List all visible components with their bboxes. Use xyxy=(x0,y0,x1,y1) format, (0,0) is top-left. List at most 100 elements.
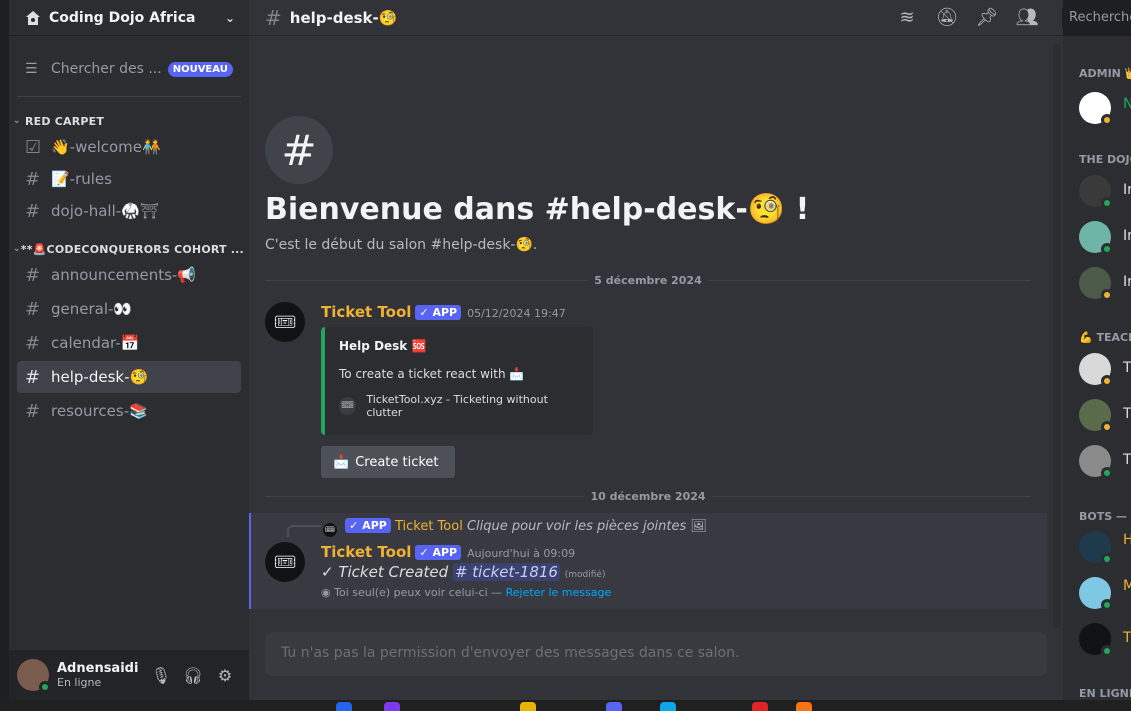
avatar[interactable] xyxy=(1079,221,1113,255)
avatar[interactable] xyxy=(1079,399,1113,433)
message-header: Ticket Tool ✓ APP Aujourd'hui à 09:09 xyxy=(321,542,611,561)
divider-line xyxy=(265,279,589,281)
author-name[interactable]: Ticket Tool xyxy=(321,303,411,321)
channel-rules[interactable]: # 📝-rules xyxy=(17,163,241,195)
embed: Help Desk 🆘 To create a ticket react wit… xyxy=(321,327,593,435)
category-red-carpet[interactable]: ⌄ RED CARPET xyxy=(9,111,249,131)
avatar[interactable] xyxy=(1079,175,1113,209)
channel-calendar[interactable]: # calendar-📅 xyxy=(17,327,241,359)
member-name[interactable]: Ir xyxy=(1123,182,1131,198)
hash-thread-icon: # xyxy=(25,366,41,388)
author-name[interactable]: Ticket Tool xyxy=(321,543,411,561)
image-icon: 🖼︎ xyxy=(690,519,707,534)
threads-icon[interactable]: ≋ xyxy=(887,7,927,28)
avatar[interactable] xyxy=(1079,353,1113,387)
avatar[interactable] xyxy=(1079,531,1113,565)
scrollbar[interactable] xyxy=(1053,44,1061,628)
chat-area: # help-desk-🧐 ≋ 🔕︎ 📌︎ 👥︎ # Bienvenue dan… xyxy=(249,0,1063,700)
server-header[interactable]: Coding Dojo Africa ⌄ xyxy=(9,0,249,36)
discord-app: Coding Dojo Africa ⌄ ☰ Chercher des ... … xyxy=(0,0,1131,711)
reply-author: Ticket Tool xyxy=(394,519,463,534)
member-category: THE DOJO xyxy=(1079,153,1131,166)
channel-dojo-hall[interactable]: # dojo-hall-🥋⛩ xyxy=(17,195,241,227)
members-list-icon[interactable]: 👥︎ xyxy=(1007,7,1047,28)
os-taskbar xyxy=(0,700,1131,711)
ticket-tool-avatar[interactable]: 🎟︎ xyxy=(265,542,305,582)
microphone-icon[interactable]: 🎙︎ xyxy=(145,666,177,685)
embed-footer-text: TicketTool.xyz - Ticketing without clutt… xyxy=(366,393,548,419)
browse-channels[interactable]: ☰ Chercher des ... NOUVEAU xyxy=(17,54,241,84)
avatar[interactable] xyxy=(1079,445,1113,479)
avatar[interactable] xyxy=(1079,623,1113,657)
avatar[interactable] xyxy=(1079,92,1113,126)
create-ticket-button[interactable]: 📩 Create ticket xyxy=(321,446,455,478)
channel-general[interactable]: # general-👀 xyxy=(17,293,241,325)
message-content: ✓ Ticket Created # ticket-1816 (modifié) xyxy=(321,563,611,581)
user-panel: Adnensaidi En ligne 🎙︎ 🎧︎ ⚙ xyxy=(9,650,249,700)
chevron-down-icon: ⌄ xyxy=(13,244,21,254)
hash-thread-icon: # xyxy=(25,264,41,286)
hash-icon: # xyxy=(25,168,41,190)
channel-resources[interactable]: # resources-📚 xyxy=(17,395,241,427)
divider-line xyxy=(711,495,1031,497)
taskbar-app-icon[interactable] xyxy=(520,702,536,711)
channel-help-desk[interactable]: # help-desk-🧐 xyxy=(17,361,241,393)
mute-bell-icon[interactable]: 🔕︎ xyxy=(927,7,967,28)
category-label: RED CARPET xyxy=(25,114,105,128)
category-label: **🚨CODECONQUERORS COHORT ... xyxy=(20,242,244,256)
hash-icon: # xyxy=(265,116,333,184)
channel-label: help-desk-🧐 xyxy=(51,368,149,386)
chevron-down-icon[interactable]: ⌄ xyxy=(225,11,235,25)
ticket-tool-avatar[interactable]: 🎟︎ xyxy=(265,302,305,342)
member-name[interactable]: M xyxy=(1123,578,1131,594)
reply-text: Clique pour voir les pièces jointes xyxy=(466,519,687,534)
member-name[interactable]: T xyxy=(1123,452,1131,468)
search-input[interactable]: Rechercher xyxy=(1062,6,1131,30)
taskbar-app-icon[interactable] xyxy=(336,702,352,711)
reply-reference[interactable]: 🎟︎ ✓ APP Ticket Tool Clique pour voir le… xyxy=(323,518,707,537)
member-name[interactable]: T xyxy=(1123,630,1131,646)
ephemeral-message: 🎟︎ ✓ APP Ticket Tool Clique pour voir le… xyxy=(249,513,1047,609)
user-name: Adnensaidi xyxy=(57,661,139,676)
taskbar-app-icon[interactable] xyxy=(384,702,400,711)
content-text: ✓ Ticket Created xyxy=(321,563,453,581)
member-name[interactable]: T xyxy=(1123,406,1131,422)
avatar[interactable] xyxy=(1079,267,1113,301)
reply-connector xyxy=(287,525,321,537)
online-status-dot xyxy=(1101,599,1113,611)
eye-icon: ◉ xyxy=(321,586,331,599)
browse-label: Chercher des ... xyxy=(51,61,162,77)
idle-status-dot xyxy=(1101,114,1113,126)
user-status: En ligne xyxy=(57,676,102,689)
taskbar-app-icon[interactable] xyxy=(796,702,812,711)
channel-label: general-👀 xyxy=(51,300,133,318)
taskbar-app-icon[interactable] xyxy=(660,702,676,711)
channel-mention[interactable]: # ticket-1816 xyxy=(452,563,560,581)
timestamp: 05/12/2024 19:47 xyxy=(467,307,566,320)
member-name[interactable]: Ir xyxy=(1123,274,1131,290)
message: 🎟︎ Ticket Tool ✓ APP Aujourd'hui à 09:09 ✓… xyxy=(265,542,611,599)
member-name[interactable]: N xyxy=(1123,96,1131,112)
category-codeconquerors[interactable]: ⌄ **🚨CODECONQUERORS COHORT ... xyxy=(9,239,249,259)
pin-icon[interactable]: 📌︎ xyxy=(967,7,1007,28)
divider-line xyxy=(707,279,1031,281)
avatar[interactable] xyxy=(1079,577,1113,611)
dismiss-message-link[interactable]: Rejeter le message xyxy=(506,586,612,599)
date-label: 10 décembre 2024 xyxy=(590,489,706,503)
gear-icon[interactable]: ⚙ xyxy=(209,666,241,685)
member-category: BOTS — 3 xyxy=(1079,510,1131,523)
embed-footer: 🎟︎ TicketTool.xyz - Ticketing without cl… xyxy=(339,393,579,419)
channel-welcome[interactable]: ☑ 👋-welcome🧑‍🤝‍🧑 xyxy=(17,131,241,163)
headphones-icon[interactable]: 🎧︎ xyxy=(177,666,209,685)
member-category: ADMIN 👑 xyxy=(1079,67,1131,80)
hash-thread-icon: # xyxy=(265,5,282,30)
member-name[interactable]: H xyxy=(1123,532,1131,548)
taskbar-app-icon[interactable] xyxy=(752,702,768,711)
taskbar-app-icon[interactable] xyxy=(606,702,622,711)
channel-announcements[interactable]: # announcements-📢 xyxy=(17,259,241,291)
avatar[interactable] xyxy=(17,659,51,693)
user-info[interactable]: Adnensaidi En ligne xyxy=(57,661,145,689)
member-name[interactable]: Ir xyxy=(1123,228,1131,244)
divider xyxy=(17,96,241,97)
member-name[interactable]: T xyxy=(1123,360,1131,376)
